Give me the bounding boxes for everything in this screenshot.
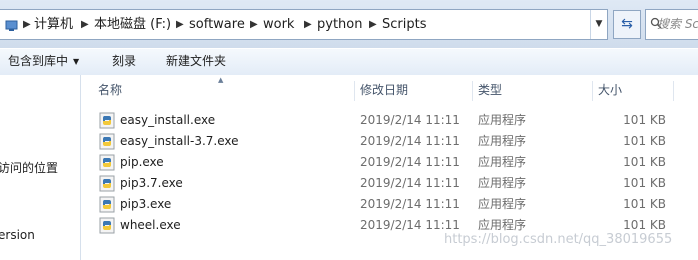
file-type: 应用程序	[478, 134, 527, 148]
column-header-type[interactable]: 类型	[472, 79, 590, 103]
new-folder-button[interactable]: 新建文件夹	[166, 49, 226, 75]
burn-button[interactable]: 刻录	[112, 49, 136, 75]
include-in-library-label: 包含到库中	[8, 54, 69, 68]
address-bar: ▶ 计算机 ▶ 本地磁盘 (F:) ▶ software ▶ work ▶ py…	[0, 0, 698, 48]
table-row[interactable]: easy_install-3.7.exe 2019/2/14 11:11 应用程…	[81, 131, 698, 152]
column-header-size[interactable]: 大小	[592, 79, 672, 103]
table-row[interactable]: pip.exe 2019/2/14 11:11 应用程序 101 KB	[81, 152, 698, 173]
python-exe-icon	[99, 217, 115, 234]
breadcrumb-work[interactable]: work	[263, 10, 294, 39]
file-name[interactable]: easy_install-3.7.exe	[120, 131, 239, 152]
file-modified: 2019/2/14 11:11	[360, 113, 460, 127]
file-name[interactable]: wheel.exe	[120, 215, 181, 236]
breadcrumb-separator-icon[interactable]: ▶	[304, 10, 312, 39]
file-name[interactable]: pip.exe	[120, 152, 164, 173]
file-type: 应用程序	[478, 197, 527, 211]
file-type: 应用程序	[478, 155, 527, 169]
table-row[interactable]: pip3.7.exe 2019/2/14 11:11 应用程序 101 KB	[81, 173, 698, 194]
breadcrumb-scripts[interactable]: Scripts	[382, 10, 426, 39]
breadcrumb-separator-icon[interactable]: ▶	[81, 10, 89, 39]
breadcrumb[interactable]: ▶ 计算机 ▶ 本地磁盘 (F:) ▶ software ▶ work ▶ py…	[0, 9, 608, 40]
breadcrumb-software[interactable]: software	[189, 10, 245, 39]
refresh-icon: ⇆	[621, 16, 633, 32]
search-input[interactable]: 搜索 Sc	[645, 9, 698, 40]
breadcrumb-separator-icon[interactable]: ▶	[23, 10, 31, 39]
breadcrumb-separator-icon[interactable]: ▶	[176, 10, 184, 39]
nav-item-recent-places[interactable]: 访问的位置	[0, 159, 58, 176]
include-in-library-button[interactable]: 包含到库中 ▼	[8, 49, 79, 75]
file-size: 101 KB	[623, 197, 666, 211]
file-name[interactable]: pip3.exe	[120, 194, 171, 215]
file-modified: 2019/2/14 11:11	[360, 197, 460, 211]
file-name[interactable]: easy_install.exe	[120, 110, 215, 131]
nav-item-version[interactable]: ersion	[0, 228, 35, 242]
python-exe-icon	[99, 154, 115, 171]
file-modified: 2019/2/14 11:11	[360, 176, 460, 190]
python-exe-icon	[99, 133, 115, 150]
search-placeholder: 搜索 Sc	[657, 17, 698, 31]
file-size: 101 KB	[623, 134, 666, 148]
column-header-name[interactable]: 名称	[92, 79, 352, 103]
command-toolbar: 包含到库中 ▼ 刻录 新建文件夹	[0, 48, 698, 76]
python-exe-icon	[99, 175, 115, 192]
column-divider[interactable]	[673, 81, 674, 101]
file-size: 101 KB	[623, 176, 666, 190]
file-size: 101 KB	[623, 155, 666, 169]
navigation-pane[interactable]: 访问的位置 ersion	[0, 75, 81, 260]
column-header-modified[interactable]: 修改日期	[354, 79, 472, 103]
address-dropdown-icon[interactable]: ▼	[590, 10, 607, 39]
python-exe-icon	[99, 112, 115, 129]
breadcrumb-separator-icon[interactable]: ▶	[250, 10, 258, 39]
python-exe-icon	[99, 196, 115, 213]
file-type: 应用程序	[478, 176, 527, 190]
file-size: 101 KB	[623, 113, 666, 127]
refresh-button[interactable]: ⇆	[613, 10, 641, 39]
chevron-down-icon: ▼	[73, 57, 80, 66]
file-name[interactable]: pip3.7.exe	[120, 173, 183, 194]
watermark-text: https://blog.csdn.net/qq_38019655	[444, 232, 673, 247]
breadcrumb-computer[interactable]: 计算机	[34, 10, 73, 39]
computer-folder-icon[interactable]	[3, 16, 19, 33]
table-row[interactable]: easy_install.exe 2019/2/14 11:11 应用程序 10…	[81, 110, 698, 131]
breadcrumb-separator-icon[interactable]: ▶	[369, 10, 377, 39]
file-type: 应用程序	[478, 113, 527, 127]
breadcrumb-python[interactable]: python	[317, 10, 362, 39]
file-modified: 2019/2/14 11:11	[360, 155, 460, 169]
column-header: 名称 修改日期 类型 大小	[81, 79, 698, 103]
file-modified: 2019/2/14 11:11	[360, 134, 460, 148]
breadcrumb-drive-f[interactable]: 本地磁盘 (F:)	[94, 10, 171, 39]
table-row[interactable]: pip3.exe 2019/2/14 11:11 应用程序 101 KB	[81, 194, 698, 215]
